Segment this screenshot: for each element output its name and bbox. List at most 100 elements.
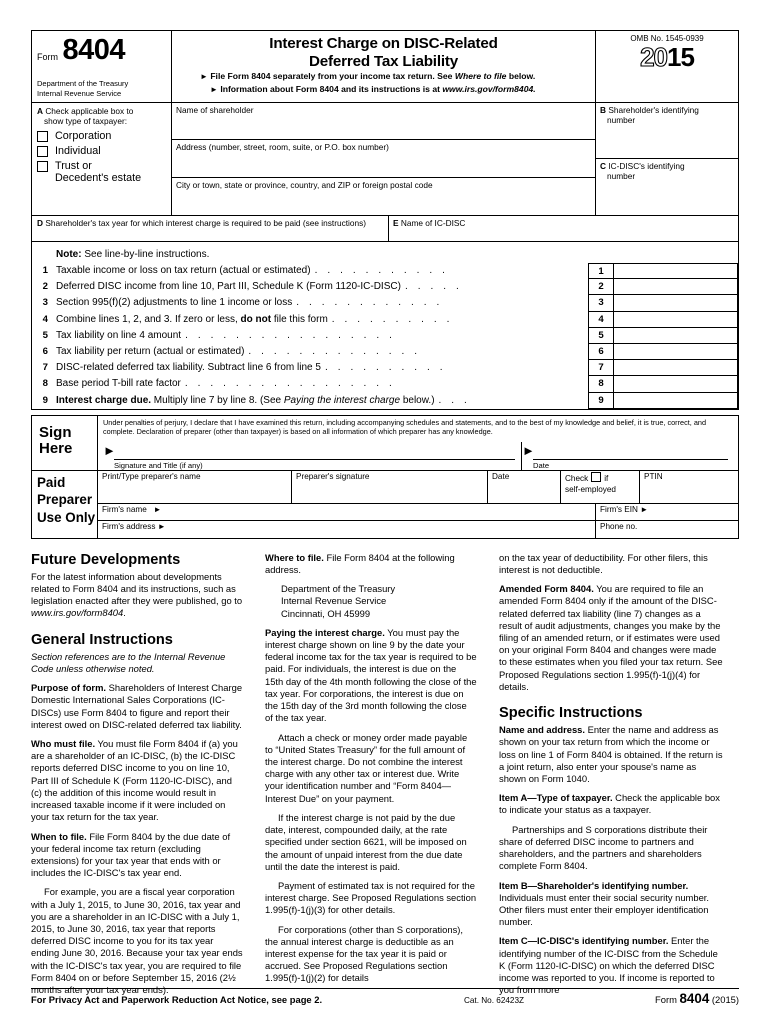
firm-address-label: Firm's address xyxy=(102,521,156,531)
para-name-and-address: Name and address. Enter the name and add… xyxy=(499,724,725,785)
signature-input-line[interactable] xyxy=(114,442,515,460)
line-amount-8[interactable] xyxy=(614,376,738,393)
line-box-number-1: 1 xyxy=(588,263,614,280)
item-d-field[interactable]: D Shareholder's tax year for which inter… xyxy=(32,216,389,241)
shareholder-address-field[interactable]: Address (number, street, room, suite, or… xyxy=(172,140,595,178)
heading-general-instructions: General Instructions xyxy=(31,631,173,648)
line-amount-3[interactable] xyxy=(614,295,738,312)
leader-dots: . . . . . . . . . . xyxy=(324,362,447,374)
line-number-3: 3 xyxy=(42,297,48,309)
line-amount-5[interactable] xyxy=(614,327,738,344)
perjury-statement: Under penalties of perjury, I declare th… xyxy=(103,417,707,437)
preparer-ptin-field[interactable]: PTIN xyxy=(640,471,738,503)
line-text-7: DISC-related deferred tax liability. Sub… xyxy=(56,360,588,376)
line-box-number-3: 3 xyxy=(588,295,614,312)
leader-dots: . . . xyxy=(438,394,471,406)
line-amount-9[interactable] xyxy=(614,392,738,409)
note-text: See line-by-line instructions. xyxy=(81,249,210,260)
form-word-label: Form xyxy=(37,52,58,62)
item-c-field[interactable]: C IC-DISC's identifying number xyxy=(596,159,738,215)
privacy-act-notice: For Privacy Act and Paperwork Reduction … xyxy=(31,994,323,1005)
future-text: For the latest information about develop… xyxy=(31,570,243,607)
para-section-references: Section references are to the Internal R… xyxy=(31,651,243,675)
firm-phone-field[interactable]: Phone no. xyxy=(596,521,738,538)
table-row: 1 Taxable income or loss on tax return (… xyxy=(32,263,738,280)
heading-future-developments: Future Developments xyxy=(31,551,181,568)
paid-preparer-label: Paid Preparer Use Only xyxy=(32,470,98,538)
sign-here-body: Under penalties of perjury, I declare th… xyxy=(98,416,738,470)
para-when-to-file: When to file. File Form 8404 by the due … xyxy=(31,831,243,880)
item-d-letter: D xyxy=(37,218,43,228)
preparer-row-2: Firm's name ► Firm's EIN ► xyxy=(98,503,738,521)
firm-address-field[interactable]: Firm's address ► xyxy=(98,520,596,538)
signature-date-input-line[interactable] xyxy=(533,442,728,460)
sign-here-section: Sign Here Under penalties of perjury, I … xyxy=(31,414,739,471)
item-a-heading: Item A—Type of taxpayer. xyxy=(499,792,613,804)
item-b-field[interactable]: B Shareholder's identifying number xyxy=(596,103,738,159)
shareholder-name-field[interactable]: Name of shareholder xyxy=(172,103,595,140)
phone-label: Phone no. xyxy=(600,521,638,531)
checkbox-corporation-icon[interactable] xyxy=(37,130,48,142)
footer-row: For Privacy Act and Paperwork Reduction … xyxy=(31,989,739,1006)
tax-year: 2015 xyxy=(596,42,738,72)
item-a-letter: A xyxy=(37,106,43,116)
line-amount-7[interactable] xyxy=(614,360,738,377)
item-de-row: D Shareholder's tax year for which inter… xyxy=(32,216,738,242)
signature-date-cell[interactable]: ► Date xyxy=(522,442,734,470)
firm-name-field[interactable]: Firm's name ► xyxy=(98,503,596,520)
signature-date-label: Date xyxy=(533,460,550,470)
table-row: 7 DISC-related deferred tax liability. S… xyxy=(32,360,738,377)
line-text-3: Section 995(f)(2) adjustments to line 1 … xyxy=(56,295,588,311)
header-bullet-2: ► Information about Form 8404 and its in… xyxy=(176,84,591,95)
preparer-signature-field[interactable]: Preparer's signature xyxy=(292,470,488,503)
checkbox-self-employed-icon[interactable] xyxy=(591,471,602,482)
line-5-label: Tax liability on line 4 amount xyxy=(56,329,182,341)
service-label: Internal Revenue Service xyxy=(37,88,122,98)
paid-label-line1: Paid xyxy=(37,474,66,490)
arrow-icon: ► xyxy=(200,72,208,82)
footer-form-word: Form xyxy=(655,994,677,1005)
when-heading: When to file. xyxy=(31,830,87,842)
line-number-8: 8 xyxy=(42,378,48,390)
if-label: if xyxy=(604,473,609,483)
purpose-heading: Purpose of form. xyxy=(31,682,107,694)
signature-field-label: Signature and Title (if any) xyxy=(114,460,203,470)
footer-form-number: 8404 xyxy=(679,991,710,1006)
line-7-label-post: Subtract line 6 from line 5 xyxy=(204,362,321,374)
item-e-field[interactable]: E Name of IC-DISC xyxy=(389,216,738,241)
line-text-1: Taxable income or loss on tax return (ac… xyxy=(56,263,588,279)
entity-section: A Check applicable box to show type of t… xyxy=(32,103,738,216)
checkbox-row-corporation[interactable]: Corporation xyxy=(37,130,167,142)
checkbox-row-trust[interactable]: Trust or Decedent's estate xyxy=(37,160,167,184)
arrow-icon: ► xyxy=(157,521,166,531)
shareholder-city-field[interactable]: City or town, state or province, country… xyxy=(172,178,595,215)
line-2-label: Deferred DISC income from line 10, Part … xyxy=(56,281,401,293)
entity-address-column: Name of shareholder Address (number, str… xyxy=(172,103,596,215)
item-e-label: Name of IC-DISC xyxy=(400,218,466,228)
line-1-label: Taxable income or loss on tax return (ac… xyxy=(56,265,311,276)
arrow-icon: ► xyxy=(210,84,218,94)
item-a-text-line2: show type of taxpayer: xyxy=(44,116,128,127)
line-4-label-post: file this form xyxy=(271,313,328,325)
item-b-heading: Item B—Shareholder's identifying number. xyxy=(499,879,689,891)
self-employed-check-cell[interactable]: Check if self-employed xyxy=(561,470,640,503)
preparer-date-label: Date xyxy=(492,471,510,481)
line-amount-6[interactable] xyxy=(614,343,738,361)
line-amount-4[interactable] xyxy=(614,311,738,328)
preparer-date-field[interactable]: Date xyxy=(488,470,561,503)
firm-ein-field[interactable]: Firm's EIN ► xyxy=(596,504,738,520)
section-ref-italic: Section references are to the Internal R… xyxy=(31,650,226,674)
signature-cell[interactable]: ► Signature and Title (if any) xyxy=(103,441,522,470)
checkbox-row-individual[interactable]: Individual xyxy=(37,145,167,157)
line-amount-2[interactable] xyxy=(614,279,738,296)
checkbox-trust-icon[interactable] xyxy=(37,160,48,172)
table-row: 4 Combine lines 1, 2, and 3. If zero or … xyxy=(32,311,738,328)
firm-name-label: Firm's name xyxy=(102,504,147,514)
tax-year-century: 20 xyxy=(640,42,669,72)
checkbox-individual-icon[interactable] xyxy=(37,145,48,157)
preparer-name-field[interactable]: Print/Type preparer's name xyxy=(98,470,292,503)
item-b-label-line2: number xyxy=(607,115,636,126)
line-amount-1[interactable] xyxy=(614,263,738,280)
checkbox-trust-line1: Trust or xyxy=(55,159,92,172)
line-number-1: 1 xyxy=(42,265,48,276)
